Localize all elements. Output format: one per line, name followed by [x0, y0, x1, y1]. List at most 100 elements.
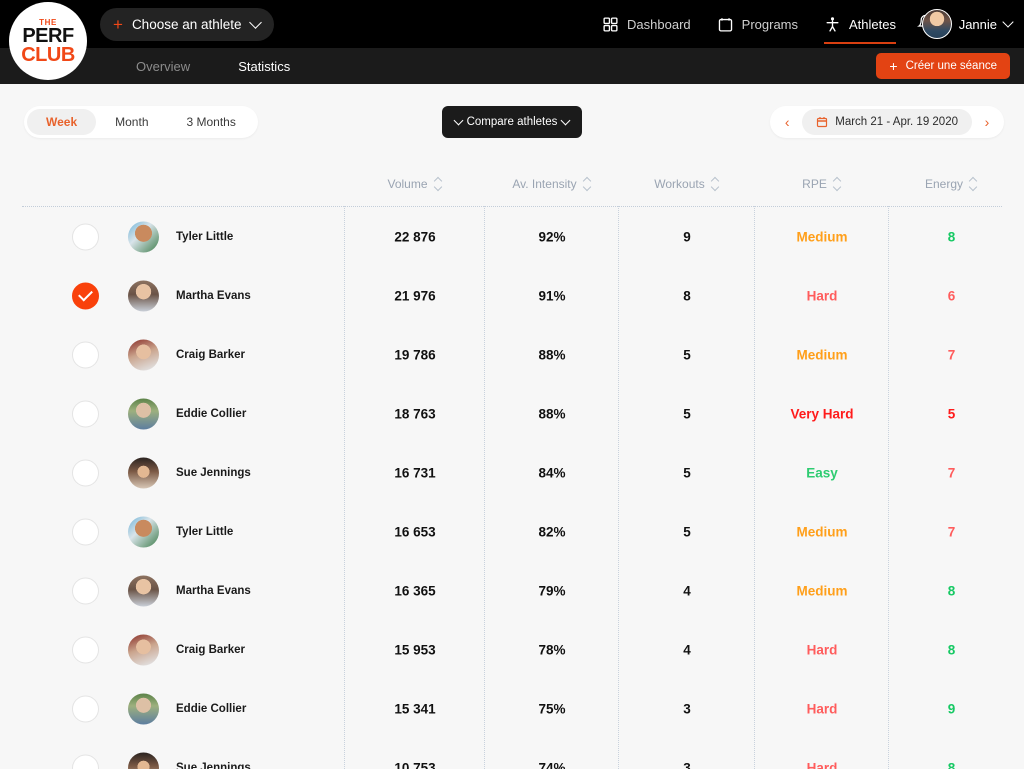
athlete-avatar — [128, 221, 159, 252]
cell-intensity: 88% — [538, 406, 566, 421]
table-row[interactable]: Eddie Collier 18 763 88% 5 Very Hard 5 — [0, 384, 1024, 443]
cell-energy: 5 — [947, 406, 956, 421]
cell-workouts: 3 — [683, 760, 691, 769]
nav-item-athletes[interactable]: Athletes — [824, 0, 896, 48]
cell-energy: 6 — [947, 288, 956, 303]
athlete-name: Martha Evans — [176, 289, 251, 302]
athlete-avatar — [128, 575, 159, 606]
row-select-checkbox[interactable] — [72, 754, 99, 769]
cell-intensity: 91% — [538, 288, 566, 303]
avatar — [921, 9, 952, 39]
athlete-avatar — [128, 457, 159, 488]
date-prev-button[interactable]: ‹ — [776, 109, 798, 135]
period-month[interactable]: Month — [96, 109, 167, 135]
logo-club: CLUB — [21, 43, 75, 66]
cell-rpe: Hard — [806, 760, 838, 769]
table-row[interactable]: Sue Jennings 10 753 74% 3 Hard 8 — [0, 738, 1024, 769]
tab-overview[interactable]: Overview — [112, 48, 214, 84]
period-label: Week — [46, 115, 78, 129]
column-header-intensity[interactable]: Av. Intensity — [485, 174, 619, 194]
row-select-checkbox[interactable] — [72, 282, 99, 309]
row-select-checkbox[interactable] — [72, 459, 99, 486]
cell-volume: 16 653 — [394, 524, 436, 539]
row-select-checkbox[interactable] — [72, 695, 99, 722]
table-row[interactable]: Sue Jennings 16 731 84% 5 Easy 7 — [0, 443, 1024, 502]
sort-icon — [710, 176, 720, 192]
date-range-button[interactable]: March 21 - Apr. 19 2020 — [802, 109, 972, 135]
cell-energy: 7 — [947, 347, 956, 362]
cell-rpe: Medium — [796, 583, 848, 598]
tab-statistics[interactable]: Statistics — [214, 48, 314, 84]
person-icon — [826, 16, 839, 32]
statistics-page: + Choose an athlete Dashboard Programs Ath… — [0, 0, 1024, 769]
date-next-button[interactable]: › — [976, 109, 998, 135]
create-session-label: Créer une séance — [905, 60, 997, 72]
cell-rpe: Hard — [806, 701, 838, 716]
table-row[interactable]: Tyler Little 22 876 92% 9 Medium 8 — [0, 207, 1024, 266]
period-3-months[interactable]: 3 Months — [168, 109, 255, 135]
table-row[interactable]: Craig Barker 19 786 88% 5 Medium 7 — [0, 325, 1024, 384]
cell-intensity: 92% — [538, 229, 566, 244]
athlete-name: Craig Barker — [176, 643, 246, 656]
table-row[interactable]: Craig Barker 15 953 78% 4 Hard 8 — [0, 620, 1024, 679]
cell-workouts: 4 — [683, 583, 691, 598]
athlete-avatar — [128, 693, 159, 724]
calendar-icon — [817, 117, 828, 128]
athlete-avatar — [128, 398, 159, 429]
athlete-name: Sue Jennings — [176, 761, 251, 769]
cell-intensity: 78% — [538, 642, 566, 657]
column-header-label: Workouts — [654, 177, 705, 191]
table-row[interactable]: Martha Evans 16 365 79% 4 Medium 8 — [0, 561, 1024, 620]
athletes-statistics-table: Volume Av. Intensity Workouts RPE Energy Tyl… — [0, 162, 1024, 769]
athlete-avatar — [128, 280, 159, 311]
plus-icon: + — [113, 15, 123, 34]
cell-volume: 21 976 — [394, 288, 436, 303]
cell-intensity: 75% — [538, 701, 566, 716]
cell-volume: 16 365 — [394, 583, 436, 598]
table-row[interactable]: Eddie Collier 15 341 75% 3 Hard 9 — [0, 679, 1024, 738]
cell-workouts: 5 — [683, 406, 691, 421]
cell-intensity: 74% — [538, 760, 566, 769]
athlete-avatar — [128, 339, 159, 370]
chevron-down-icon — [560, 115, 571, 125]
period-week[interactable]: Week — [27, 109, 97, 135]
logo[interactable]: THE PERF CLUB — [11, 4, 85, 78]
nav-item-dashboard[interactable]: Dashboard — [602, 0, 691, 48]
cell-workouts: 8 — [683, 288, 691, 303]
compare-athletes-label: Compare athletes — [466, 116, 558, 128]
calendar-icon — [718, 17, 732, 32]
compare-athletes-dropdown[interactable]: Compare athletes — [442, 106, 582, 138]
logo-perf: PERF — [22, 24, 74, 47]
athlete-name: Eddie Collier — [176, 702, 247, 715]
column-header-workouts[interactable]: Workouts — [619, 174, 755, 194]
main-nav: Dashboard Programs Athletes — [602, 0, 896, 48]
cell-energy: 8 — [947, 760, 956, 769]
athlete-avatar — [128, 516, 159, 547]
column-header-volume[interactable]: Volume — [345, 174, 485, 194]
sort-icon — [582, 176, 592, 192]
choose-athlete-label: Choose an athlete — [131, 17, 242, 32]
user-menu[interactable]: Jannie — [921, 9, 1014, 39]
controls-row: Week Month 3 Months Compare athletes ‹ Mar… — [0, 84, 1024, 162]
athlete-avatar — [128, 634, 159, 665]
table-row[interactable]: Martha Evans 21 976 91% 8 Hard 6 — [0, 266, 1024, 325]
row-select-checkbox[interactable] — [72, 223, 99, 250]
create-session-button[interactable]: + Créer une séance — [876, 53, 1010, 79]
row-select-checkbox[interactable] — [72, 636, 99, 663]
row-select-checkbox[interactable] — [72, 577, 99, 604]
cell-rpe: Medium — [796, 229, 848, 244]
row-select-checkbox[interactable] — [72, 341, 99, 368]
column-header-rpe[interactable]: RPE — [755, 174, 889, 194]
cell-rpe: Medium — [796, 524, 848, 539]
date-range-picker: ‹ March 21 - Apr. 19 2020 › — [770, 106, 1004, 138]
tab-label: Overview — [136, 58, 191, 74]
cell-rpe: Hard — [806, 288, 838, 303]
nav-item-programs[interactable]: Programs — [717, 0, 798, 48]
row-select-checkbox[interactable] — [72, 400, 99, 427]
table-row[interactable]: Tyler Little 16 653 82% 5 Medium 7 — [0, 502, 1024, 561]
column-header-energy[interactable]: Energy — [889, 174, 1014, 194]
choose-athlete-dropdown[interactable]: + Choose an athlete — [100, 8, 274, 41]
chevron-down-icon — [248, 16, 262, 29]
cell-energy: 7 — [947, 465, 956, 480]
row-select-checkbox[interactable] — [72, 518, 99, 545]
